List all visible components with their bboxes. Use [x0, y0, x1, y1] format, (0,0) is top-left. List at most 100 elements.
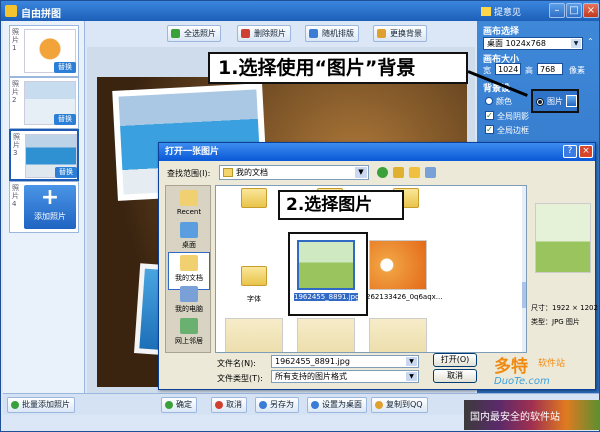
height-label: 高: [525, 66, 533, 75]
step2-callout: 2.选择图片: [278, 190, 404, 220]
random-layout-button[interactable]: 随机排版: [305, 25, 359, 42]
maximize-button[interactable]: □: [566, 3, 582, 18]
add-icon: [11, 401, 19, 409]
dialog-cancel-button[interactable]: 取消: [433, 369, 477, 383]
watermark-slogan: 国内最安全的软件站: [470, 412, 560, 423]
select-all-button[interactable]: 全选照片: [167, 25, 221, 42]
window-title: 自由拼图: [21, 9, 61, 20]
minimize-button[interactable]: –: [549, 3, 565, 18]
thumbnail-number: 照片4: [12, 184, 19, 208]
select-all-label: 全选照片: [184, 29, 216, 38]
random-layout-label: 随机排版: [322, 29, 354, 38]
replace-button[interactable]: 替换: [55, 167, 77, 178]
file-item[interactable]: [294, 318, 358, 352]
scrollbar-thumb[interactable]: [522, 282, 526, 308]
collapse-arrow-icon[interactable]: ⌃: [587, 37, 597, 50]
feedback-link[interactable]: 提意见: [481, 5, 521, 18]
desktop-icon: [311, 401, 319, 409]
delete-photo-button[interactable]: 删除照片: [237, 25, 291, 42]
file-name: 262133426_0q6aqx...: [366, 293, 443, 301]
step1-callout: 1.选择使用“图片”背景: [208, 52, 468, 84]
delete-icon: [241, 29, 250, 38]
look-in-value: 我的文档: [236, 168, 268, 177]
back-icon[interactable]: [377, 167, 388, 178]
color-radio[interactable]: [485, 97, 493, 105]
folder-icon: [241, 188, 267, 208]
confirm-button[interactable]: 确定: [161, 397, 197, 413]
toolbar: 全选照片 删除照片 随机排版 更换背景: [87, 23, 475, 45]
filename-input[interactable]: 1962455_8891.jpg ▼: [271, 355, 419, 368]
cancel-button[interactable]: 取消: [211, 397, 247, 413]
filetype-select[interactable]: 所有支持的图片格式 ▼: [271, 370, 419, 383]
filename-label: 文件名(N):: [217, 359, 256, 368]
place-network[interactable]: 网上邻居: [168, 316, 210, 354]
change-background-button[interactable]: 更换背景: [373, 25, 427, 42]
close-icon: [215, 401, 223, 409]
file-item[interactable]: [222, 186, 286, 216]
full-border-label: 全局边框: [497, 126, 529, 135]
qq-icon: [375, 401, 383, 409]
picture-background-option[interactable]: 图片: [531, 89, 579, 113]
computer-icon: [180, 286, 198, 302]
height-input[interactable]: 768: [537, 63, 563, 75]
vertical-scrollbar[interactable]: [522, 186, 526, 352]
full-border-checkbox[interactable]: ✓: [485, 125, 494, 134]
replace-button[interactable]: 替换: [54, 114, 76, 125]
folder-icon: [223, 168, 233, 177]
cancel-label: 取消: [226, 400, 242, 409]
preview-image: [535, 203, 591, 273]
copy-to-qq-button[interactable]: 复制到QQ: [371, 397, 428, 413]
color-option-label: 颜色: [496, 97, 512, 106]
thumbnail-3[interactable]: 照片3 替换: [9, 129, 79, 181]
file-item[interactable]: 262133426_0q6aqx...: [366, 240, 443, 301]
documents-icon: [180, 255, 198, 271]
thumbnail-number: 照片1: [12, 28, 19, 52]
image-thumbnail: [369, 318, 427, 352]
watermark-banner: 国内最安全的软件站: [464, 400, 600, 430]
thumbnail-4[interactable]: 照片4 + 添加照片: [9, 181, 79, 233]
look-in-dropdown[interactable]: 我的文档 ▼: [219, 165, 369, 180]
shuffle-icon: [309, 29, 318, 38]
full-shadow-checkbox[interactable]: ✓: [485, 111, 494, 120]
picture-thumbnail-icon[interactable]: [566, 95, 577, 107]
width-label: 宽: [483, 66, 491, 75]
canvas-select-dropdown[interactable]: 桌面 1024x768 ▼: [483, 37, 583, 50]
replace-button[interactable]: 替换: [54, 62, 76, 73]
watermark-sub: 软件站: [538, 359, 566, 369]
image-thumbnail: [225, 318, 283, 352]
unit-label: 像素: [569, 66, 585, 75]
view-menu-icon[interactable]: [425, 167, 436, 178]
desktop-icon: [180, 222, 198, 238]
width-input[interactable]: 1024: [495, 63, 521, 75]
save-as-label: 另存为: [270, 400, 294, 409]
close-button[interactable]: ×: [583, 3, 599, 18]
app-icon: [5, 5, 17, 17]
places-bar: Recent 桌面 我的文档 我的电脑 网上邻居: [165, 185, 211, 353]
filetype-label: 文件类型(T):: [217, 374, 263, 383]
cartoon-image: [369, 240, 427, 290]
canvas-select-heading: 画布选择: [483, 27, 520, 37]
place-label: 我的文档: [175, 274, 203, 282]
new-folder-icon[interactable]: [409, 167, 420, 178]
place-label: 网上邻居: [175, 337, 203, 345]
save-icon: [259, 401, 267, 409]
picture-radio[interactable]: [536, 98, 544, 106]
thumbnail-number: 照片3: [13, 133, 20, 157]
add-photo-button[interactable]: + 添加照片: [24, 185, 76, 229]
file-item[interactable]: [366, 318, 430, 352]
thumbnail-2[interactable]: 照片2 替换: [9, 77, 79, 129]
check-icon: [165, 401, 173, 409]
file-item[interactable]: [222, 318, 286, 352]
save-as-button[interactable]: 另存为: [255, 397, 299, 413]
help-button[interactable]: ?: [563, 145, 577, 158]
batch-add-button[interactable]: 批量添加照片: [7, 397, 75, 413]
up-folder-icon[interactable]: [393, 167, 404, 178]
copy-to-qq-label: 复制到QQ: [386, 400, 423, 409]
thumbnail-1[interactable]: 照片1 替换: [9, 25, 79, 77]
recent-icon: [180, 190, 198, 206]
file-item[interactable]: 字体: [222, 252, 286, 304]
set-desktop-button[interactable]: 设置为桌面: [307, 397, 367, 413]
dialog-close-button[interactable]: ×: [579, 145, 593, 158]
file-name: 字体: [247, 295, 261, 303]
open-button[interactable]: 打开(O): [433, 353, 477, 367]
